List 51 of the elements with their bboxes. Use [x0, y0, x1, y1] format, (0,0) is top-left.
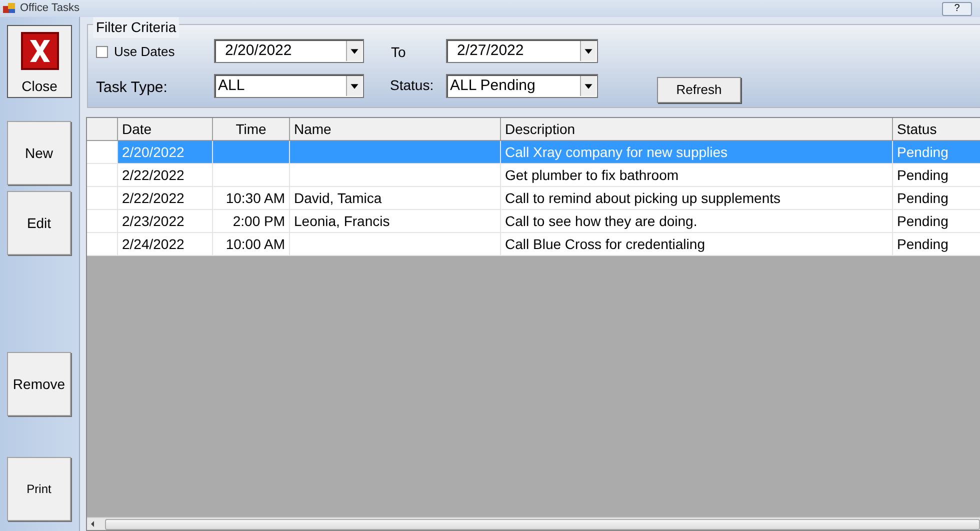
horizontal-scrollbar[interactable]: [87, 517, 980, 530]
status-label: Status:: [390, 76, 434, 95]
table-cell: 2/22/2022: [122, 190, 184, 206]
table-cell: Leonia, Francis: [294, 213, 390, 229]
table-cell: 2/20/2022: [122, 144, 184, 160]
to-date-field[interactable]: 2/27/2022: [446, 39, 598, 63]
table-cell: Call Xray company for new supplies: [505, 144, 728, 160]
side-button[interactable]: New: [7, 121, 71, 185]
table-cell: 2/23/2022: [122, 213, 184, 229]
table-cell: 2/24/2022: [122, 236, 184, 252]
table-row[interactable]: 2/23/2022 2:00 PM Leonia, Francis Call to see how they are doing. Pending: [87, 210, 980, 233]
table-cell: Pending: [897, 144, 948, 160]
table-cell: 10:00 AM: [226, 236, 285, 252]
use-dates-label: Use Dates: [114, 43, 175, 61]
table-row[interactable]: 2/22/2022 10:30 AM David, Tamica Call to remind about picking up supplements Pending: [87, 187, 980, 210]
table-cell: Get plumber to fix bathroom: [505, 167, 679, 183]
table-cell: 2/22/2022: [122, 167, 184, 183]
column-header[interactable]: Time: [213, 118, 290, 140]
side-button[interactable]: Print: [7, 457, 71, 521]
table-cell: Pending: [897, 190, 948, 206]
scrollbar-thumb[interactable]: [105, 518, 980, 530]
task-type-dropdown[interactable]: ALL: [214, 74, 364, 98]
help-button[interactable]: ?: [942, 2, 972, 16]
side-button[interactable]: Edit: [7, 191, 71, 255]
use-dates-checkbox[interactable]: [96, 46, 108, 58]
table-cell: Pending: [897, 236, 948, 252]
from-date-field[interactable]: 2/20/2022: [214, 39, 364, 63]
refresh-button[interactable]: Refresh: [657, 77, 741, 103]
side-button[interactable]: Remove: [7, 352, 71, 416]
window-title: Office Tasks: [20, 1, 80, 16]
to-label: To: [391, 43, 406, 62]
task-type-label: Task Type:: [96, 78, 168, 98]
table-cell: Call to remind about picking up supplements: [505, 190, 780, 206]
close-icon: [20, 32, 58, 70]
table-cell: David, Tamica: [294, 190, 382, 206]
table-row[interactable]: 2/22/2022 Get plumber to fix bathroom Pending: [87, 164, 980, 187]
table-cell: Pending: [897, 213, 948, 229]
close-button[interactable]: Close: [7, 25, 72, 98]
column-header[interactable]: Name: [290, 118, 501, 140]
column-header[interactable]: Description: [501, 118, 893, 140]
table-row[interactable]: 2/24/2022 10:00 AM Call Blue Cross for credentialing Pending: [87, 233, 980, 256]
filter-legend: Filter Criteria: [93, 17, 180, 38]
table-cell: Call Blue Cross for credentialing: [505, 236, 705, 252]
column-header[interactable]: Status: [893, 118, 980, 140]
column-header[interactable]: Date: [118, 118, 213, 140]
table-cell: 2:00 PM: [232, 213, 285, 229]
table-cell: Pending: [897, 167, 948, 183]
status-dropdown[interactable]: ALL Pending: [446, 74, 598, 98]
table-cell: Call to see how they are doing.: [505, 213, 698, 229]
table-cell: 10:30 AM: [226, 190, 285, 206]
app-icon: [3, 3, 16, 14]
